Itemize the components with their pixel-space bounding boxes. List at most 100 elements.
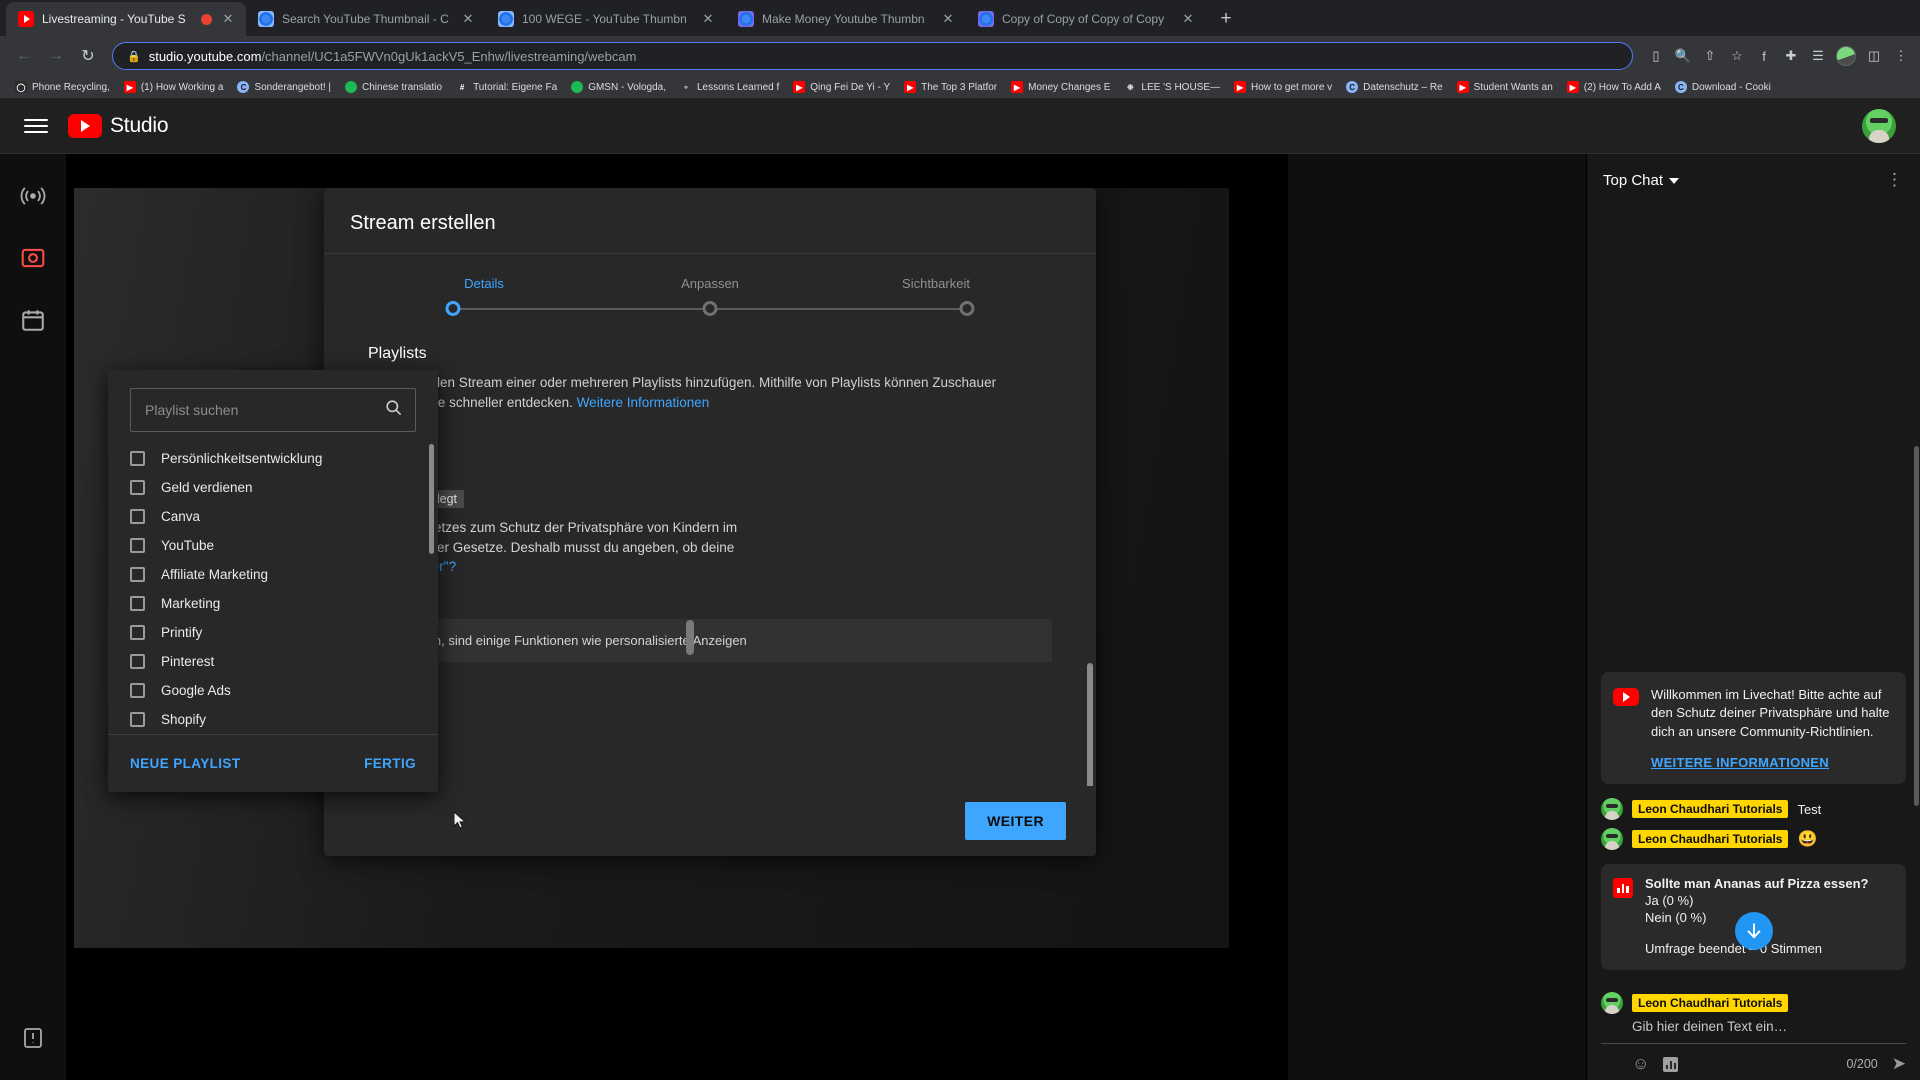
- create-poll-icon[interactable]: [1663, 1056, 1679, 1072]
- step-dot-details[interactable]: [445, 301, 461, 316]
- inner-scrollbar[interactable]: [686, 620, 694, 655]
- chat-author[interactable]: Leon Chaudhari Tutorials: [1632, 800, 1789, 818]
- account-avatar[interactable]: [1862, 108, 1896, 143]
- bookmark-item[interactable]: GMSN - Vologda,: [564, 81, 673, 93]
- playlist-checkbox[interactable]: [130, 596, 145, 611]
- tab-close-icon[interactable]: ✕: [460, 11, 476, 27]
- bookmark-item[interactable]: ▶ Qing Fei De Yi - Y: [786, 81, 897, 93]
- bookmark-item[interactable]: # Tutorial: Eigene Fa: [449, 81, 564, 93]
- bookmark-item[interactable]: Chinese translatio: [338, 81, 449, 93]
- cast-icon[interactable]: ▯: [1647, 47, 1665, 65]
- tab-close-icon[interactable]: ✕: [220, 11, 236, 27]
- avatar[interactable]: [1601, 798, 1623, 820]
- profile-icon[interactable]: [1836, 46, 1856, 66]
- next-button[interactable]: WEITER: [965, 802, 1066, 840]
- bookmark-item[interactable]: C Datenschutz – Re: [1339, 81, 1450, 93]
- emoji-icon[interactable]: ☺: [1632, 1054, 1649, 1074]
- back-button[interactable]: ←: [10, 42, 38, 70]
- new-tab-button[interactable]: +: [1212, 5, 1240, 33]
- more-vertical-icon[interactable]: ⋮: [1886, 170, 1904, 190]
- new-playlist-button[interactable]: NEUE PLAYLIST: [130, 756, 240, 771]
- zoom-icon[interactable]: 🔍: [1674, 47, 1692, 65]
- reload-button[interactable]: ↻: [74, 42, 102, 70]
- send-icon[interactable]: ➤: [1892, 1054, 1906, 1074]
- browser-tab[interactable]: Copy of Copy of Copy of Copy ✕: [966, 2, 1206, 36]
- bookmark-item[interactable]: ▶ How to get more v: [1227, 81, 1339, 93]
- browser-tab[interactable]: Livestreaming - YouTube S ✕: [6, 2, 246, 36]
- address-bar[interactable]: 🔒 studio.youtube.com/channel/UC1a5FWVn0g…: [112, 42, 1633, 70]
- chat-scroll-area[interactable]: Willkommen im Livechat! Bitte achte auf …: [1587, 206, 1920, 984]
- studio-brand[interactable]: Studio: [68, 113, 169, 138]
- playlist-checkbox[interactable]: [130, 480, 145, 495]
- bookmark-item[interactable]: ▶ Money Changes E: [1004, 81, 1117, 93]
- playlist-checkbox[interactable]: [130, 538, 145, 553]
- go-live-icon[interactable]: [13, 176, 53, 216]
- playlist-checkbox[interactable]: [130, 712, 145, 727]
- chat-title[interactable]: Top Chat: [1603, 172, 1663, 189]
- done-button[interactable]: FERTIG: [364, 756, 416, 771]
- playlist-search[interactable]: [130, 388, 416, 432]
- system-message-link[interactable]: WEITERE INFORMATIONEN: [1651, 755, 1892, 770]
- chat-author[interactable]: Leon Chaudhari Tutorials: [1632, 830, 1789, 848]
- list-item[interactable]: Google Ads: [108, 676, 438, 705]
- step-dot-anpassen[interactable]: [702, 301, 718, 316]
- playlist-checkbox[interactable]: [130, 451, 145, 466]
- bookmark-item[interactable]: ▶ Student Wants an: [1450, 81, 1560, 93]
- browser-tab[interactable]: Search YouTube Thumbnail - C ✕: [246, 2, 486, 36]
- dialog-scrollbar[interactable]: [1087, 663, 1093, 786]
- playlist-checkbox[interactable]: [130, 567, 145, 582]
- playlist-checkbox[interactable]: [130, 683, 145, 698]
- step-label-anpassen[interactable]: Anpassen: [650, 276, 770, 291]
- list-item[interactable]: Geld verdienen: [108, 473, 438, 502]
- bookmark-item[interactable]: ❉ LEE 'S HOUSE—: [1117, 81, 1227, 93]
- tab-close-icon[interactable]: ✕: [940, 11, 956, 27]
- schedule-icon[interactable]: [13, 300, 53, 340]
- step-label-sichtbarkeit[interactable]: Sichtbarkeit: [876, 276, 996, 291]
- chat-input-field[interactable]: Gib hier deinen Text ein…: [1601, 1014, 1906, 1044]
- bookmark-star-icon[interactable]: ☆: [1728, 47, 1746, 65]
- list-item[interactable]: Pinterest: [108, 647, 438, 676]
- arrow-down-icon[interactable]: [1734, 912, 1773, 950]
- list-item[interactable]: Printify: [108, 618, 438, 647]
- list-item[interactable]: Affiliate Marketing: [108, 560, 438, 589]
- webcam-icon[interactable]: [13, 238, 53, 278]
- list-item[interactable]: Shopify: [108, 705, 438, 734]
- browser-tab[interactable]: 100 WEGE - YouTube Thumbn ✕: [486, 2, 726, 36]
- list-item[interactable]: Canva: [108, 502, 438, 531]
- search-icon[interactable]: [384, 398, 403, 422]
- list-item[interactable]: YouTube: [108, 531, 438, 560]
- list-item[interactable]: Persönlichkeitsentwicklung: [108, 444, 438, 473]
- forward-button[interactable]: →: [42, 42, 70, 70]
- chevron-down-icon[interactable]: [1669, 178, 1680, 184]
- feedback-icon[interactable]: [13, 1018, 53, 1058]
- playlist-checkbox[interactable]: [130, 509, 145, 524]
- bookmark-item[interactable]: C Download - Cooki: [1668, 81, 1778, 93]
- step-label-details[interactable]: Details: [424, 276, 544, 291]
- extension-icon[interactable]: ✚: [1782, 47, 1800, 65]
- bookmark-item[interactable]: ▶ The Top 3 Platfor: [897, 81, 1004, 93]
- playlist-scrollbar[interactable]: [429, 444, 434, 554]
- playlist-checkbox[interactable]: [130, 625, 145, 640]
- tab-close-icon[interactable]: ✕: [700, 11, 716, 27]
- browser-tab[interactable]: Make Money Youtube Thumbn ✕: [726, 2, 966, 36]
- hamburger-icon[interactable]: [24, 118, 48, 133]
- share-icon[interactable]: ⇧: [1701, 47, 1719, 65]
- list-item[interactable]: Marketing: [108, 589, 438, 618]
- more-info-link[interactable]: Weitere Informationen: [577, 395, 710, 410]
- playlist-list[interactable]: Persönlichkeitsentwicklung Geld verdiene…: [108, 440, 438, 734]
- facebook-icon[interactable]: f: [1755, 47, 1773, 65]
- sidepanel-icon[interactable]: ◫: [1865, 47, 1883, 65]
- bookmark-item[interactable]: C Sonderangebot! |: [230, 81, 338, 93]
- avatar[interactable]: [1601, 828, 1623, 850]
- bookmark-item[interactable]: ◯ Phone Recycling,: [8, 81, 117, 93]
- reading-list-icon[interactable]: ☰: [1809, 47, 1827, 65]
- avatar[interactable]: [1601, 992, 1623, 1014]
- bookmark-item[interactable]: ▶ (1) How Working a: [117, 81, 231, 93]
- browser-menu-icon[interactable]: ⋮: [1892, 47, 1910, 65]
- step-dot-sichtbarkeit[interactable]: [959, 301, 975, 316]
- playlist-search-input[interactable]: [145, 402, 384, 418]
- bookmark-item[interactable]: ⚬ Lessons Learned f: [673, 81, 786, 93]
- playlist-checkbox[interactable]: [130, 654, 145, 669]
- tab-close-icon[interactable]: ✕: [1180, 11, 1196, 27]
- bookmark-item[interactable]: ▶ (2) How To Add A: [1560, 81, 1668, 93]
